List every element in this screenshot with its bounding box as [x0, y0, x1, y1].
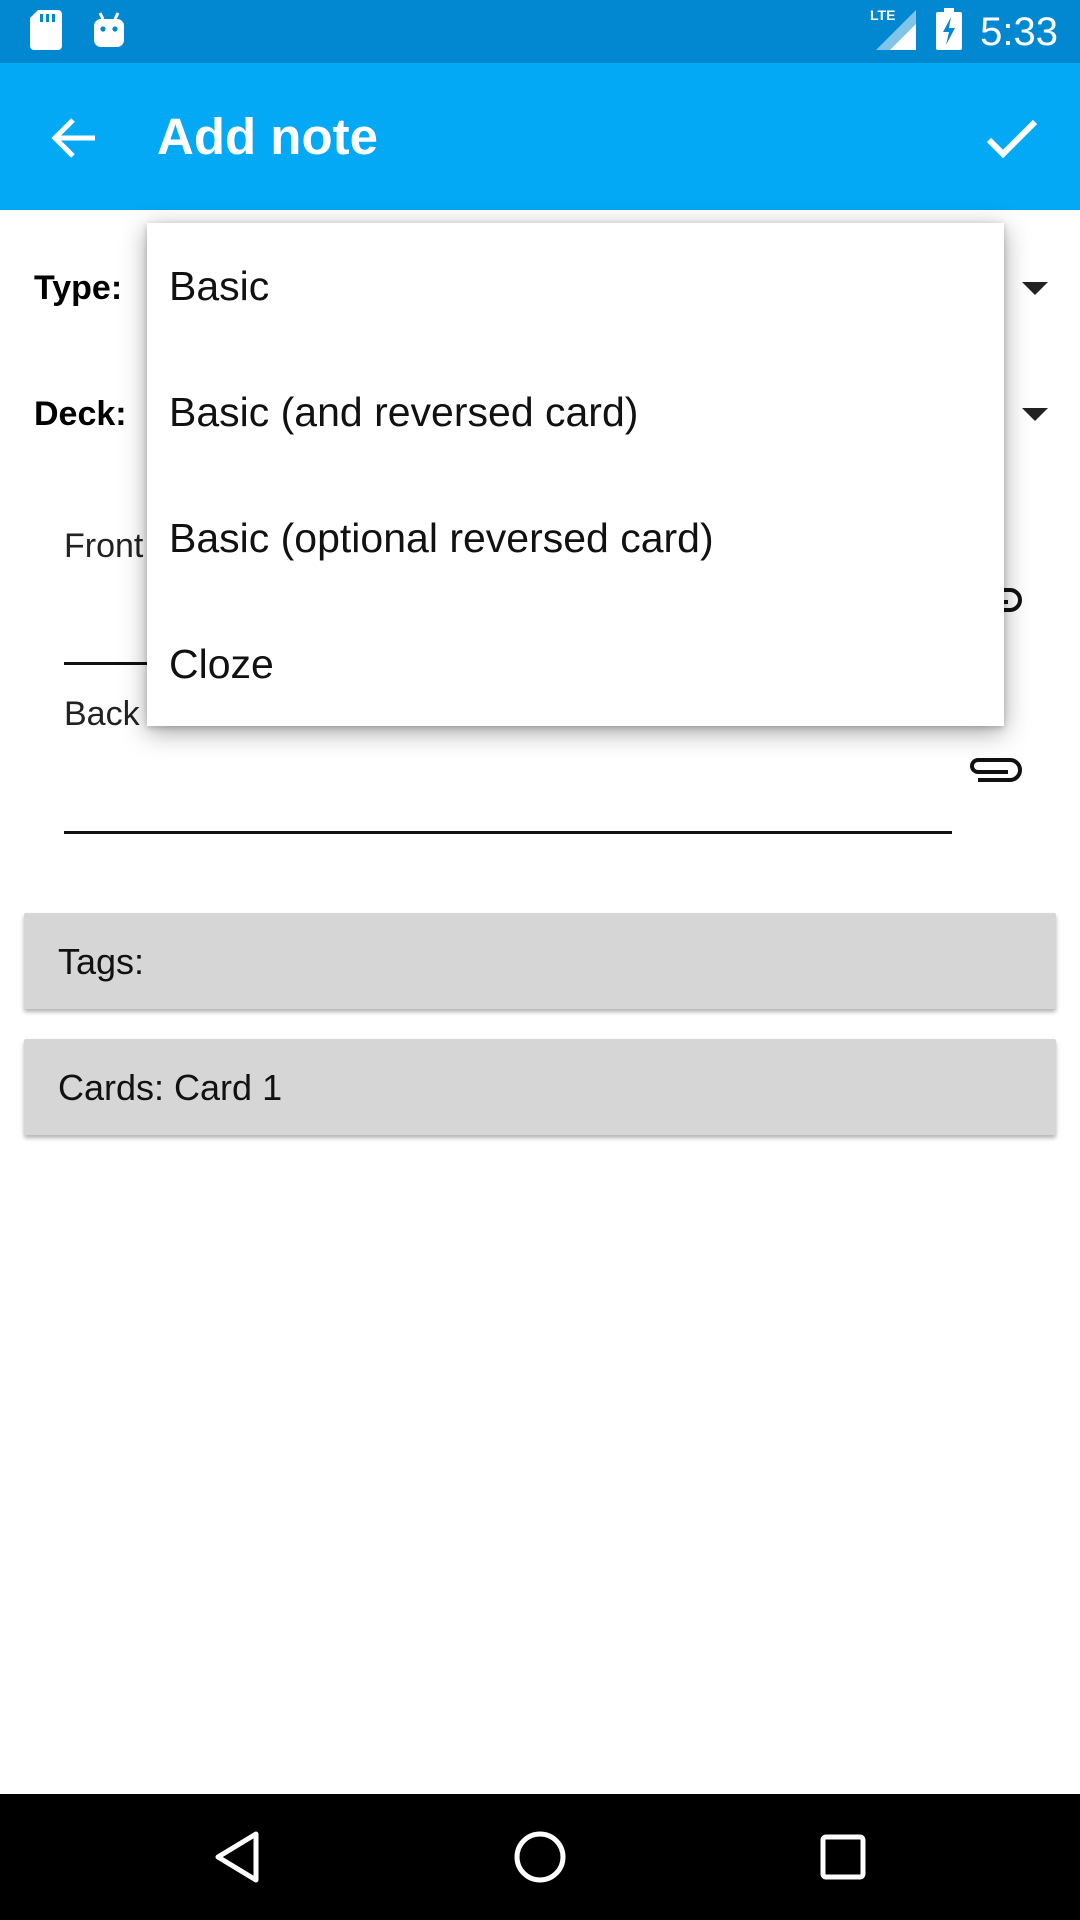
lte-signal-icon: LTE — [870, 6, 918, 57]
home-circle-icon — [514, 1831, 566, 1883]
front-field-label: Front — [64, 527, 144, 565]
status-right-icons: LTE 5:33 — [870, 6, 1058, 57]
recents-square-icon — [820, 1834, 866, 1880]
nav-home-button[interactable] — [505, 1822, 575, 1892]
type-dropdown-arrow-icon[interactable] — [1022, 282, 1048, 295]
lte-text: LTE — [870, 7, 895, 23]
save-button[interactable] — [974, 101, 1050, 177]
nav-back-button[interactable] — [202, 1822, 272, 1892]
type-label: Type: — [34, 269, 123, 307]
tags-label: Tags: — [58, 941, 145, 982]
back-button[interactable] — [40, 103, 110, 173]
menu-item-basic-optional-reversed[interactable]: Basic (optional reversed card) — [147, 475, 1004, 601]
cards-button[interactable]: Cards: Card 1 — [24, 1039, 1056, 1135]
status-time: 5:33 — [980, 9, 1058, 54]
app-bar: Add note — [0, 63, 1080, 210]
deck-label: Deck: — [34, 395, 127, 433]
status-left-icons — [30, 10, 126, 55]
note-type-menu: Basic Basic (and reversed card) Basic (o… — [147, 223, 1004, 726]
tags-button[interactable]: Tags: — [24, 913, 1056, 1009]
back-field-label: Back — [64, 695, 140, 733]
arrow-back-icon — [51, 118, 95, 158]
menu-item-basic[interactable]: Basic — [147, 223, 1004, 349]
navigation-bar — [0, 1794, 1080, 1920]
nav-recents-button[interactable] — [808, 1822, 878, 1892]
battery-charging-icon — [936, 8, 963, 55]
menu-item-cloze[interactable]: Cloze — [147, 601, 1004, 727]
page-title: Add note — [157, 108, 378, 165]
sd-card-icon — [30, 10, 62, 55]
deck-dropdown-arrow-icon[interactable] — [1022, 408, 1048, 421]
status-bar: LTE 5:33 — [0, 0, 1080, 63]
back-triangle-icon — [215, 1831, 259, 1883]
check-icon — [986, 119, 1038, 159]
back-field-input[interactable] — [64, 831, 952, 834]
cards-label: Cards: Card 1 — [58, 1067, 283, 1108]
android-icon — [92, 11, 126, 54]
menu-item-basic-reversed[interactable]: Basic (and reversed card) — [147, 349, 1004, 475]
back-attach-icon[interactable] — [966, 750, 1026, 790]
